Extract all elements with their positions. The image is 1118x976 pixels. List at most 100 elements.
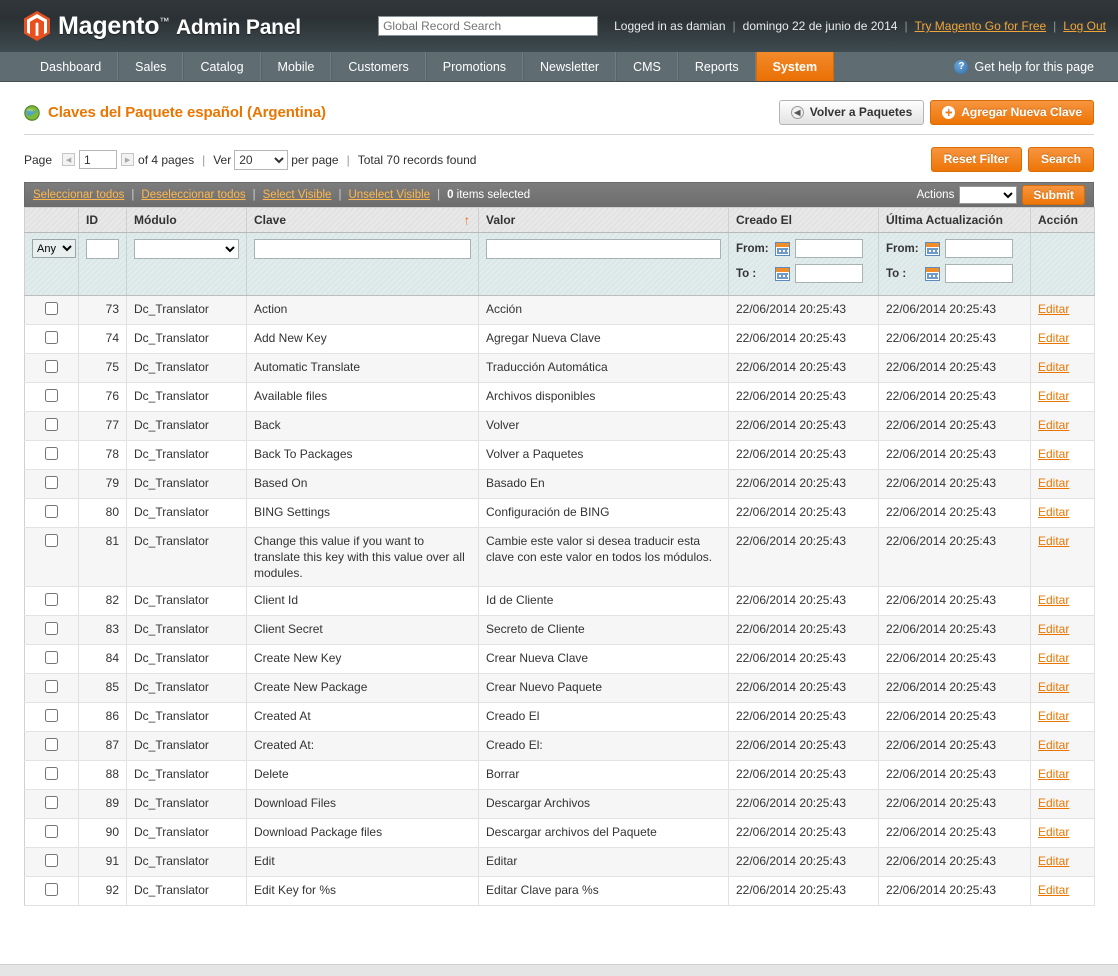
edit-link[interactable]: Editar [1038, 651, 1069, 665]
filter-value-input[interactable] [486, 239, 721, 259]
back-to-packages-button[interactable]: ◀ Volver a Paquetes [778, 100, 925, 125]
global-search-input[interactable] [378, 16, 599, 36]
edit-link[interactable]: Editar [1038, 389, 1069, 403]
table-row[interactable]: 87 Dc_Translator Created At: Creado El: 22/0… [24, 731, 1095, 761]
unselect-visible-link[interactable]: Unselect Visible [348, 189, 430, 201]
row-checkbox[interactable] [45, 593, 58, 606]
table-row[interactable]: 86 Dc_Translator Created At Creado El 22/06/… [24, 702, 1095, 732]
table-row[interactable]: 73 Dc_Translator Action Acción 22/06/2014 20… [24, 295, 1095, 325]
filter-updated-from-input[interactable] [945, 239, 1013, 258]
calendar-icon[interactable] [925, 241, 940, 256]
filter-updated-to-input[interactable] [945, 264, 1013, 283]
filter-created-from-input[interactable] [795, 239, 863, 258]
row-checkbox[interactable] [45, 767, 58, 780]
column-header-module[interactable]: Módulo [126, 207, 247, 233]
edit-link[interactable]: Editar [1038, 622, 1069, 636]
row-checkbox[interactable] [45, 680, 58, 693]
edit-link[interactable]: Editar [1038, 593, 1069, 607]
row-checkbox[interactable] [45, 476, 58, 489]
previous-page-button[interactable]: ◀ [62, 153, 76, 166]
nav-item-sales[interactable]: Sales [118, 52, 184, 81]
calendar-icon[interactable] [775, 241, 790, 256]
row-checkbox[interactable] [45, 389, 58, 402]
deselect-all-link[interactable]: Deseleccionar todos [141, 189, 245, 201]
nav-item-mobile[interactable]: Mobile [260, 52, 332, 81]
nav-item-customers[interactable]: Customers [331, 52, 426, 81]
nav-item-dashboard[interactable]: Dashboard [24, 52, 119, 81]
edit-link[interactable]: Editar [1038, 709, 1069, 723]
edit-link[interactable]: Editar [1038, 505, 1069, 519]
edit-link[interactable]: Editar [1038, 331, 1069, 345]
calendar-icon[interactable] [775, 266, 790, 281]
nav-item-cms[interactable]: CMS [616, 52, 678, 81]
get-help-link[interactable]: ? Get help for this page [954, 52, 1118, 81]
row-checkbox[interactable] [45, 709, 58, 722]
edit-link[interactable]: Editar [1038, 447, 1069, 461]
edit-link[interactable]: Editar [1038, 825, 1069, 839]
row-checkbox[interactable] [45, 883, 58, 896]
table-row[interactable]: 92 Dc_Translator Edit Key for %s Editar Cla… [24, 876, 1095, 906]
nav-item-catalog[interactable]: Catalog [183, 52, 261, 81]
select-visible-link[interactable]: Select Visible [263, 189, 332, 201]
edit-link[interactable]: Editar [1038, 883, 1069, 897]
select-all-link[interactable]: Seleccionar todos [33, 189, 124, 201]
row-checkbox[interactable] [45, 651, 58, 664]
row-checkbox[interactable] [45, 738, 58, 751]
table-row[interactable]: 90 Dc_Translator Download Package files Des… [24, 818, 1095, 848]
filter-key-input[interactable] [254, 239, 471, 259]
table-row[interactable]: 74 Dc_Translator Add New Key Agregar Nueva … [24, 324, 1095, 354]
row-checkbox[interactable] [45, 505, 58, 518]
table-row[interactable]: 89 Dc_Translator Download Files Descargar A… [24, 789, 1095, 819]
edit-link[interactable]: Editar [1038, 418, 1069, 432]
table-row[interactable]: 82 Dc_Translator Client Id Id de Cliente 22/… [24, 586, 1095, 616]
table-row[interactable]: 76 Dc_Translator Available files Archivos d… [24, 382, 1095, 412]
table-row[interactable]: 91 Dc_Translator Edit Editar 22/06/2014 20:2… [24, 847, 1095, 877]
table-row[interactable]: 80 Dc_Translator BING Settings Configuració… [24, 498, 1095, 528]
edit-link[interactable]: Editar [1038, 360, 1069, 374]
table-row[interactable]: 83 Dc_Translator Client Secret Secreto de C… [24, 615, 1095, 645]
filter-module-select[interactable] [134, 239, 239, 259]
search-button[interactable]: Search [1027, 147, 1094, 172]
table-row[interactable]: 84 Dc_Translator Create New Key Crear Nueva… [24, 644, 1095, 674]
page-number-input[interactable] [79, 150, 118, 169]
log-out-link[interactable]: Log Out [1063, 19, 1106, 33]
table-row[interactable]: 81 Dc_Translator Change this value if you … [24, 527, 1095, 587]
filter-id-input[interactable] [86, 239, 119, 259]
reset-filter-button[interactable]: Reset Filter [930, 147, 1022, 172]
row-checkbox[interactable] [45, 854, 58, 867]
column-header-created[interactable]: Creado El [728, 207, 879, 233]
edit-link[interactable]: Editar [1038, 534, 1069, 548]
column-header-checkbox[interactable] [24, 207, 79, 233]
row-checkbox[interactable] [45, 331, 58, 344]
next-page-button[interactable]: ▶ [121, 153, 135, 166]
add-new-key-button[interactable]: + Agregar Nueva Clave [930, 100, 1094, 125]
table-row[interactable]: 88 Dc_Translator Delete Borrar 22/06/2014 20… [24, 760, 1095, 790]
row-checkbox[interactable] [45, 622, 58, 635]
filter-created-to-input[interactable] [795, 264, 863, 283]
row-checkbox[interactable] [45, 825, 58, 838]
table-row[interactable]: 78 Dc_Translator Back To Packages Volver a … [24, 440, 1095, 470]
row-checkbox[interactable] [45, 360, 58, 373]
edit-link[interactable]: Editar [1038, 767, 1069, 781]
table-row[interactable]: 85 Dc_Translator Create New Package Crear N… [24, 673, 1095, 703]
edit-link[interactable]: Editar [1038, 854, 1069, 868]
actions-select[interactable] [959, 186, 1018, 204]
column-header-updated[interactable]: Última Actualización [878, 207, 1031, 233]
massaction-submit-button[interactable]: Submit [1022, 185, 1085, 205]
edit-link[interactable]: Editar [1038, 796, 1069, 810]
edit-link[interactable]: Editar [1038, 680, 1069, 694]
row-checkbox[interactable] [45, 302, 58, 315]
row-checkbox[interactable] [45, 796, 58, 809]
nav-item-newsletter[interactable]: Newsletter [523, 52, 617, 81]
edit-link[interactable]: Editar [1038, 738, 1069, 752]
edit-link[interactable]: Editar [1038, 302, 1069, 316]
per-page-select[interactable]: 20 [234, 149, 289, 170]
filter-any-select[interactable]: Any [32, 239, 76, 258]
column-header-key[interactable]: Clave ↑ [246, 207, 479, 233]
column-header-value[interactable]: Valor [478, 207, 729, 233]
nav-item-reports[interactable]: Reports [677, 52, 756, 81]
calendar-icon[interactable] [925, 266, 940, 281]
row-checkbox[interactable] [45, 534, 58, 547]
table-row[interactable]: 75 Dc_Translator Automatic Translate Traduc… [24, 353, 1095, 383]
table-row[interactable]: 77 Dc_Translator Back Volver 22/06/2014 20:2… [24, 411, 1095, 441]
